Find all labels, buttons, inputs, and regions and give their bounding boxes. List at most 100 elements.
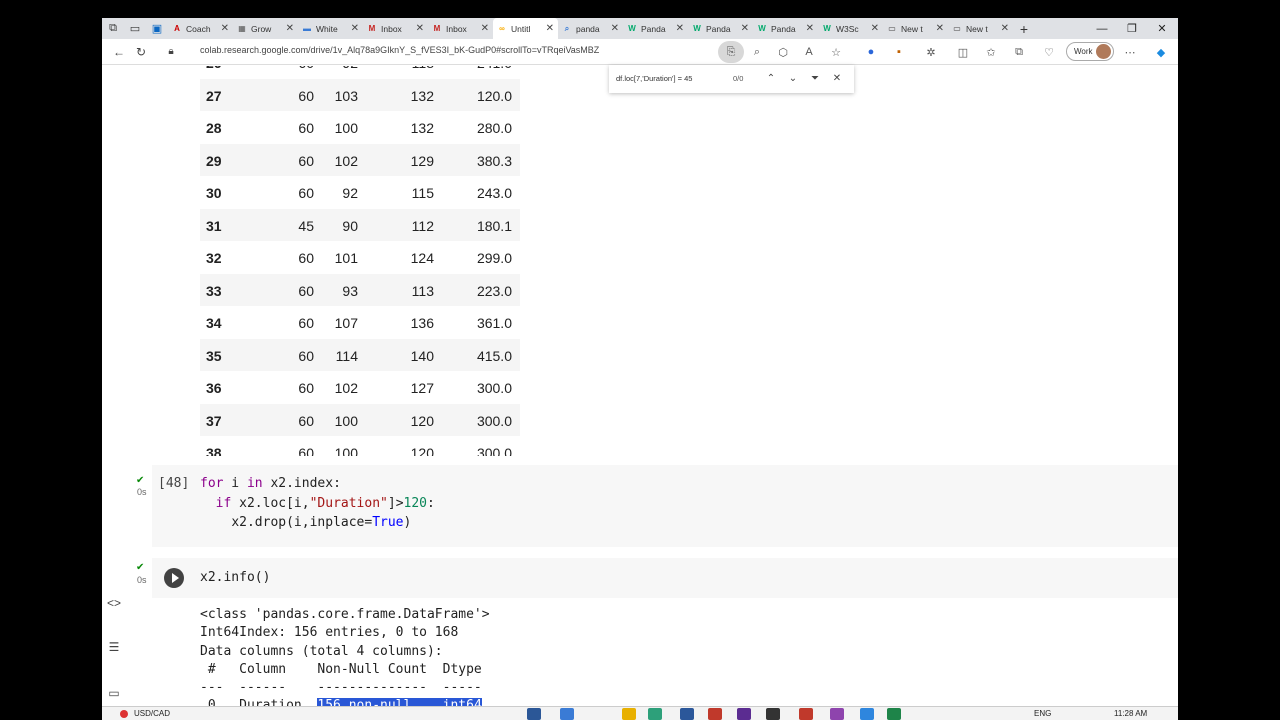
- browser-tab[interactable]: ▭ New t ✕: [883, 18, 948, 39]
- split-screen-icon[interactable]: ◫: [952, 41, 974, 63]
- minimize-icon[interactable]: —: [1087, 18, 1117, 39]
- taskbar-app-icon[interactable]: [737, 708, 751, 720]
- close-tab-icon[interactable]: ✕: [481, 23, 489, 34]
- currency-widget[interactable]: USD/CAD: [134, 709, 170, 718]
- cell-output: <class 'pandas.core.frame.DataFrame'> In…: [200, 606, 490, 716]
- browser-tab[interactable]: ⌕ panda ✕: [558, 18, 623, 39]
- table-row: 35 60 114 140 415.0: [200, 338, 520, 371]
- tab-actions-icon[interactable]: ▭: [124, 18, 146, 39]
- browser-essentials-icon[interactable]: ♡: [1038, 41, 1060, 63]
- row-index: 28: [206, 120, 222, 136]
- profile-button[interactable]: Work: [1066, 42, 1114, 61]
- check-icon: ✔: [136, 475, 145, 486]
- browser-tab[interactable]: W Panda ✕: [623, 18, 688, 39]
- favorite-star-icon[interactable]: ☆: [825, 41, 847, 63]
- newtab-icon: ▭: [953, 23, 961, 33]
- zoom-icon[interactable]: ⌕: [746, 41, 768, 63]
- row-index: 36: [206, 380, 222, 396]
- maximize-icon[interactable]: ❐: [1117, 18, 1147, 39]
- cell-value: 120: [410, 412, 434, 429]
- close-tab-icon[interactable]: ✕: [546, 23, 554, 34]
- extension-lh-icon[interactable]: ▪: [888, 41, 910, 63]
- favorites-icon[interactable]: ✩: [980, 41, 1002, 63]
- taskbar-app-icon[interactable]: [887, 708, 901, 720]
- taskbar-app-icon[interactable]: [799, 708, 813, 720]
- browser-tab[interactable]: ∞ Untitl ✕: [493, 18, 558, 39]
- find-close-icon[interactable]: ✕: [829, 71, 845, 87]
- close-tab-icon[interactable]: ✕: [416, 23, 424, 34]
- taskbar-app-icon[interactable]: [830, 708, 844, 720]
- taskbar-app-icon[interactable]: [860, 708, 874, 720]
- more-menu-icon[interactable]: ⋯: [1119, 41, 1141, 63]
- close-tab-icon[interactable]: ✕: [351, 23, 359, 34]
- table-row: 31 45 90 112 180.1: [200, 208, 520, 241]
- taskbar-app-icon[interactable]: [766, 708, 780, 720]
- command-palette-icon[interactable]: ☰: [104, 640, 124, 654]
- tab-label: Panda: [771, 23, 796, 34]
- taskbar-app-icon[interactable]: [560, 708, 574, 720]
- gmail-icon: M: [433, 23, 441, 33]
- taskbar-app-icon[interactable]: [708, 708, 722, 720]
- browser-tab[interactable]: M Inbox ✕: [363, 18, 428, 39]
- close-tab-icon[interactable]: ✕: [871, 23, 879, 34]
- clock[interactable]: 11:28 AM: [1114, 709, 1147, 718]
- browser-tab[interactable]: ▭ New t ✕: [948, 18, 1013, 39]
- browser-tab[interactable]: ▬ White ✕: [298, 18, 363, 39]
- browser-tab[interactable]: W Panda ✕: [688, 18, 753, 39]
- cell-code[interactable]: for i in x2.index: if x2.loc[i,"Duration…: [200, 474, 435, 533]
- close-tab-icon[interactable]: ✕: [286, 23, 294, 34]
- browser-tab[interactable]: ▦ Grow ✕: [233, 18, 298, 39]
- close-tab-icon[interactable]: ✕: [221, 23, 229, 34]
- cell-code[interactable]: x2.info(): [200, 568, 270, 588]
- extension-icon[interactable]: ●: [860, 41, 882, 63]
- code-cell-48[interactable]: ✔ 0s [48] for i in x2.index: if x2.loc[i…: [130, 465, 1178, 547]
- taskbar-app-icon[interactable]: [648, 708, 662, 720]
- code-cell-info[interactable]: ✔ 0s x2.info() <class 'pandas.core.frame…: [130, 558, 1178, 720]
- profile-label: Work: [1074, 47, 1093, 56]
- close-tab-icon[interactable]: ✕: [741, 23, 749, 34]
- extensions-puzzle-icon[interactable]: ✲: [920, 41, 942, 63]
- close-tab-icon[interactable]: ✕: [1001, 23, 1009, 34]
- run-cell-button[interactable]: [164, 568, 184, 588]
- browser-tab[interactable]: W Panda ✕: [753, 18, 818, 39]
- find-filter-icon[interactable]: ⏷: [807, 71, 823, 87]
- collections-icon[interactable]: ⧉: [1008, 41, 1030, 63]
- browser-tab[interactable]: W W3Sc ✕: [818, 18, 883, 39]
- close-window-icon[interactable]: ✕: [1147, 18, 1177, 39]
- close-tab-icon[interactable]: ✕: [806, 23, 814, 34]
- reload-icon[interactable]: ↻: [130, 41, 152, 63]
- back-icon[interactable]: ←: [108, 41, 130, 63]
- output-line: --- ------ -------------- -----: [200, 680, 482, 696]
- taskbar-app-icon[interactable]: [527, 708, 541, 720]
- new-tab-button[interactable]: +: [1013, 18, 1035, 39]
- row-index: 31: [206, 217, 222, 234]
- find-input[interactable]: df.loc[7,'Duration'] = 45: [616, 74, 692, 83]
- site-info-icon[interactable]: 🔒︎: [160, 41, 182, 63]
- close-tab-icon[interactable]: ✕: [936, 23, 944, 34]
- taskbar-app-icon[interactable]: [680, 708, 694, 720]
- table-row: 32 60 101 124 299.0: [200, 241, 520, 274]
- app-icon[interactable]: ⬡: [772, 41, 794, 63]
- copilot-icon[interactable]: ◆: [1150, 41, 1172, 63]
- browser-tab[interactable]: A Coach ✕: [168, 18, 233, 39]
- find-next-icon[interactable]: ⌄: [785, 71, 801, 87]
- language-indicator[interactable]: ENG: [1034, 709, 1051, 718]
- row-index: 35: [206, 347, 222, 364]
- close-tab-icon[interactable]: ✕: [676, 23, 684, 34]
- tab-strip: ⧉ ▭ ▣ A Coach ✕ ▦ Grow ✕ ▬ White ✕ M Inbox ✕ M Inbox ✕…: [102, 18, 1178, 39]
- taskbar-app-icon[interactable]: [622, 708, 636, 720]
- browser-tab[interactable]: M Inbox ✕: [428, 18, 493, 39]
- linkedin-tab-icon[interactable]: ▣: [146, 18, 168, 39]
- close-tab-icon[interactable]: ✕: [611, 23, 619, 34]
- cell-value: 361.0: [476, 315, 512, 331]
- translate-icon[interactable]: ⎘: [718, 41, 744, 63]
- terminal-icon[interactable]: ▭: [104, 686, 124, 700]
- cell-value: 60: [298, 282, 314, 299]
- url-field[interactable]: colab.research.google.com/drive/1v_Alq78…: [200, 45, 599, 55]
- tab-label: Panda: [641, 23, 666, 34]
- workspaces-icon[interactable]: ⧉: [102, 18, 124, 39]
- code-snippets-icon[interactable]: <>: [104, 596, 124, 610]
- cell-value: 118: [400, 66, 434, 71]
- find-previous-icon[interactable]: ⌃: [763, 71, 779, 87]
- read-aloud-icon[interactable]: A: [798, 41, 820, 63]
